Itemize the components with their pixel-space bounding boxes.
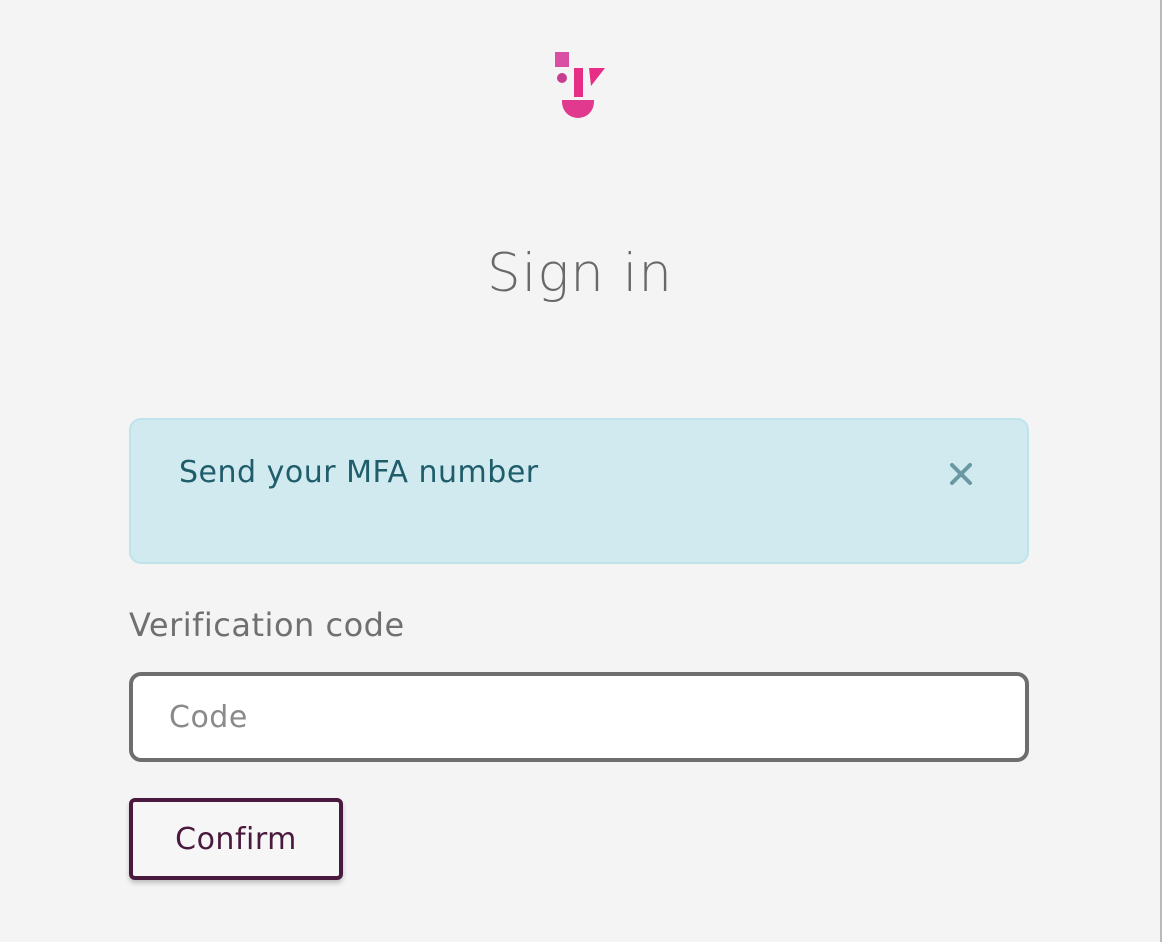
page-title: Sign in bbox=[487, 243, 673, 304]
alert-message: Send your MFA number bbox=[179, 455, 539, 490]
brand-logo-icon bbox=[555, 52, 605, 118]
confirm-button[interactable]: Confirm bbox=[129, 798, 343, 880]
verification-code-input[interactable] bbox=[129, 672, 1029, 762]
verification-code-label: Verification code bbox=[129, 606, 405, 644]
info-alert: Send your MFA number bbox=[129, 418, 1029, 564]
close-icon[interactable] bbox=[947, 460, 975, 488]
